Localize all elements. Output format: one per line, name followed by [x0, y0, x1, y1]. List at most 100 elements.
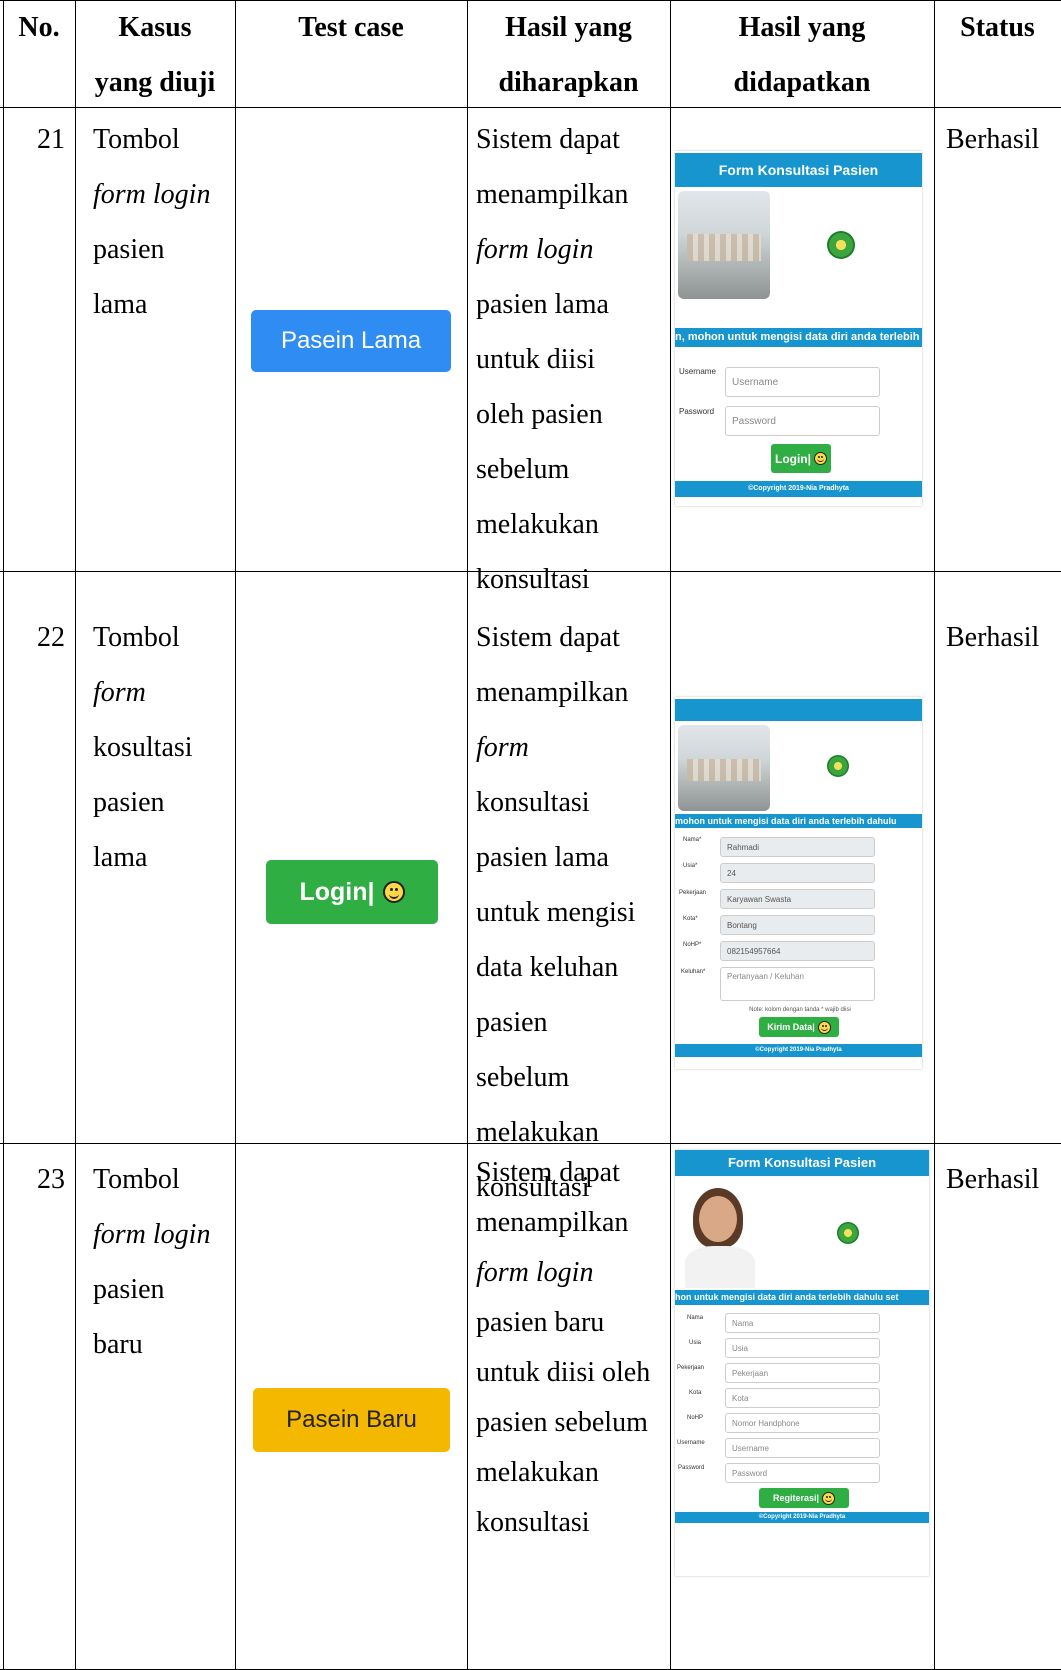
kasus-line: pasien: [93, 1274, 165, 1305]
header-kasus-line1: Kasus: [118, 12, 192, 43]
username-input[interactable]: Username: [725, 367, 880, 397]
header-didapatkan-line2: didapatkan: [733, 67, 871, 98]
header-didapatkan-line1: Hasil yang: [738, 12, 866, 43]
building-photo: [678, 725, 770, 811]
login-test-button[interactable]: Login|: [266, 860, 438, 924]
pasien-baru-button[interactable]: Pasein Baru: [253, 1388, 450, 1452]
registrasi-label: Regiterasi|: [772, 1493, 820, 1503]
nama-input[interactable]: Nama: [725, 1313, 880, 1333]
form-banner: n, mohon untuk mengisi data diri anda te…: [675, 328, 922, 347]
status-text: Berhasil: [946, 124, 1040, 155]
usia-input[interactable]: 24: [720, 863, 875, 883]
form-banner: hon untuk mengisi data diri anda terlebi…: [675, 1290, 929, 1305]
pasien-lama-label: Pasein Lama: [280, 327, 422, 354]
keluhan-textarea[interactable]: Pertanyaan / Keluhan: [720, 967, 875, 1001]
nama-input[interactable]: Rahmadi: [720, 837, 875, 857]
harap-line: konsultasi: [476, 564, 590, 595]
row-number: 21: [37, 124, 65, 155]
header-test-case: Test case: [298, 12, 404, 43]
field-label: NoHP*: [683, 942, 702, 948]
field-label: Pekerjaan: [677, 1365, 705, 1371]
kasus-line: lama: [93, 289, 148, 320]
kasus-line: baru: [93, 1329, 143, 1360]
screenshot-login-pasien-baru: Form Konsultasi Pasien hon untuk mengisi…: [675, 1150, 929, 1576]
harap-line: oleh pasien: [476, 399, 603, 430]
kasus-line: lama: [93, 842, 148, 873]
pekerjaan-input[interactable]: Pekerjaan: [725, 1363, 880, 1383]
password-input[interactable]: Password: [725, 406, 880, 436]
copyright-footer: ©Copyright 2019-Nia Pradhyta: [675, 1044, 922, 1057]
username-label: Username: [679, 367, 716, 376]
form-banner: mohon untuk mengisi data diri anda terle…: [675, 814, 922, 828]
login-button[interactable]: Login|: [771, 444, 831, 473]
kota-input[interactable]: Bontang: [720, 915, 875, 935]
row-number: 23: [37, 1164, 65, 1195]
smiley-icon: [822, 1491, 836, 1505]
pasien-baru-label: Pasein Baru: [286, 1406, 417, 1433]
harap-line: Sistem dapat: [476, 622, 620, 653]
harap-line: pasien sebelum: [476, 1407, 648, 1438]
screenshot-form-konsultasi-lama: mohon untuk mengisi data diri anda terle…: [675, 697, 922, 1069]
harap-line: menampilkan: [476, 179, 629, 210]
copyright-footer: ©Copyright 2019-Nia Pradhyta: [675, 1512, 929, 1523]
form-title: Form Konsultasi Pasien: [675, 153, 922, 187]
kasus-line: pasien: [93, 234, 165, 265]
field-label: Nama: [687, 1315, 704, 1321]
login-button-label: Login|: [774, 451, 811, 466]
operator-photo: [677, 1178, 769, 1288]
harap-line: pasien lama: [476, 842, 609, 873]
kasus-line: form login: [93, 1219, 211, 1250]
status-text: Berhasil: [946, 1164, 1040, 1195]
harap-line: data keluhan: [476, 952, 619, 983]
harap-line: sebelum: [476, 1062, 570, 1093]
kasus-line: form: [93, 677, 146, 708]
kasus-line: Tombol: [93, 124, 180, 155]
harap-line: untuk diisi: [476, 344, 596, 375]
field-label: Pekerjaan: [679, 890, 707, 896]
hospital-logo-icon: [827, 755, 849, 777]
harap-line: Sistem dapat: [476, 1157, 620, 1188]
field-label: Usia*: [683, 863, 698, 869]
username-input[interactable]: Username: [725, 1438, 880, 1458]
login-test-label: Login|: [299, 877, 375, 906]
kota-input[interactable]: Kota: [725, 1388, 880, 1408]
harap-line: untuk mengisi: [476, 897, 636, 928]
field-label: NoHP: [687, 1415, 704, 1421]
keluhan-label: Keluhan*: [681, 969, 706, 975]
nohp-input[interactable]: 082154957664: [720, 941, 875, 961]
header-diharapkan-line2: diharapkan: [498, 67, 639, 98]
field-label: Nama*: [683, 837, 702, 843]
pasien-lama-button[interactable]: Pasein Lama: [251, 310, 451, 372]
harap-line: menampilkan: [476, 1207, 629, 1238]
field-label: Usia: [689, 1340, 702, 1346]
harap-line: pasien lama: [476, 289, 609, 320]
harap-line: konsultasi: [476, 787, 590, 818]
test-case-table: No. Kasus yang diuji Test case Hasil yan…: [0, 0, 1061, 1670]
harap-line: pasien baru: [476, 1307, 605, 1338]
field-label: Username: [677, 1440, 705, 1446]
kirim-data-label: Kirim Data|: [767, 1022, 815, 1032]
header-status: Status: [960, 12, 1035, 43]
kirim-data-button[interactable]: Kirim Data|: [759, 1017, 839, 1037]
harap-line: melakukan: [476, 509, 599, 540]
harap-line: sebelum: [476, 454, 570, 485]
header-kasus-line2: yang diuji: [94, 67, 216, 98]
pekerjaan-input[interactable]: Karyawan Swasta: [720, 889, 875, 909]
harap-line: konsultasi: [476, 1507, 590, 1538]
smiley-icon: [382, 881, 405, 903]
usia-input[interactable]: Usia: [725, 1338, 880, 1358]
nohp-input[interactable]: Nomor Handphone: [725, 1413, 880, 1433]
harap-line: pasien: [476, 1007, 548, 1038]
form-title: Form Konsultasi Pasien: [675, 1150, 929, 1176]
registrasi-button[interactable]: Regiterasi|: [759, 1488, 849, 1508]
harap-line: untuk diisi oleh: [476, 1357, 651, 1388]
password-input[interactable]: Password: [725, 1463, 880, 1483]
field-label: Password: [678, 1465, 705, 1471]
field-label: Kota: [689, 1390, 702, 1396]
harap-line: form login: [476, 1257, 594, 1288]
harap-line: menampilkan: [476, 677, 629, 708]
status-text: Berhasil: [946, 622, 1040, 653]
harap-line: form login: [476, 234, 594, 265]
kasus-line: form login: [93, 179, 211, 210]
header-diharapkan-line1: Hasil yang: [505, 12, 632, 43]
